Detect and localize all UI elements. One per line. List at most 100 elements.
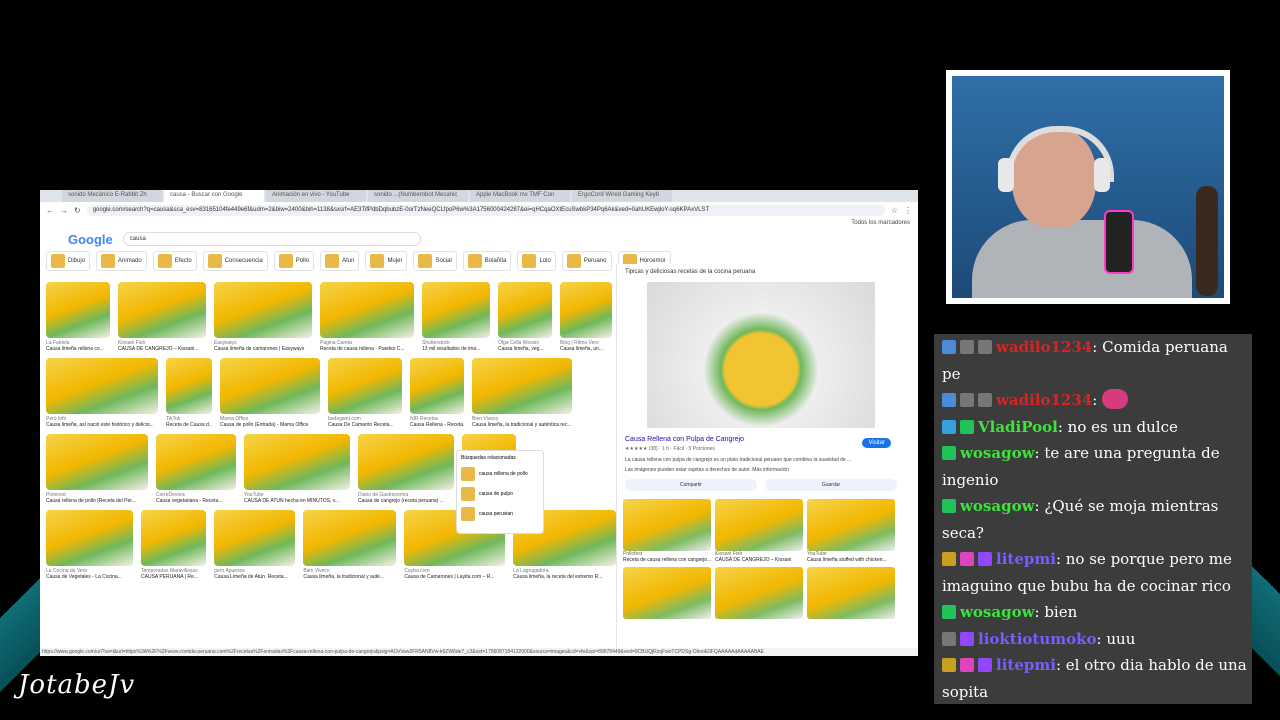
result-thumbnail[interactable]: [320, 282, 414, 338]
menu-icon[interactable]: ⋮: [904, 206, 912, 215]
filter-chip[interactable]: Lolo: [517, 251, 556, 271]
result-caption[interactable]: Causa de Vegetales - La Cocina...: [46, 574, 133, 580]
image-result[interactable]: Temporadas Maravillosas CAUSA PERUANA | R…: [141, 510, 207, 580]
browser-tab[interactable]: causa - Buscar con Google: [164, 190, 264, 202]
filter-chip[interactable]: Bolañita: [462, 251, 512, 271]
image-result[interactable]: Olga Cella Wessio Causa limeña, veg...: [498, 282, 552, 352]
result-caption[interactable]: Causa vegetariana - Receta...: [156, 498, 236, 504]
image-result[interactable]: CorreDevora Causa vegetariana - Receta...: [156, 434, 236, 504]
result-caption[interactable]: Causa de Camarones | Layita.com – R...: [404, 574, 505, 580]
result-thumbnail[interactable]: [358, 434, 454, 490]
panel-related-item[interactable]: YouTube Causa limeña stuffed with chicken…: [807, 499, 895, 563]
image-result[interactable]: Easyways Causa limeña de camarones | Easy…: [214, 282, 312, 352]
filter-chip[interactable]: Efecto: [152, 251, 197, 271]
panel-related-item[interactable]: [623, 567, 711, 619]
panel-related-thumbnail[interactable]: [623, 567, 711, 619]
image-result[interactable]: Mama Office Causa de pollo (Entrada) - Ma…: [220, 358, 320, 428]
panel-related-thumbnail[interactable]: [715, 499, 803, 551]
image-result[interactable]: Shutterstock 13 mil resultados de imá...: [422, 282, 490, 352]
search-input[interactable]: causa: [122, 232, 421, 246]
browser-tab[interactable]: ErgoCord Wired Gaming Keyb: [572, 190, 672, 202]
visit-button[interactable]: Visitar: [862, 438, 891, 448]
result-caption[interactable]: Causa Limeña de Atún. Receta...: [214, 574, 295, 580]
result-caption[interactable]: Causa limeña, la tradicional y auténtica…: [472, 422, 572, 428]
image-result[interactable]: Perú Info Causa limeña, así nació este hi…: [46, 358, 158, 428]
result-caption[interactable]: Causa de pollo (Entrada) - Mama Office: [220, 422, 320, 428]
filter-chip[interactable]: Social: [413, 251, 457, 271]
image-result[interactable]: Pinterest Causa rellena de pollo (Receta …: [46, 434, 148, 504]
reload-icon[interactable]: ↻: [74, 206, 81, 215]
result-caption[interactable]: Causa limeña, la receta del extremo R...: [513, 574, 616, 580]
result-caption[interactable]: Receta de causa rellena - Puedes C...: [320, 346, 414, 352]
filter-chip[interactable]: Dibujo: [46, 251, 91, 271]
filter-chip[interactable]: Consecuencia: [202, 251, 268, 271]
bookmarks-bar[interactable]: Todos los marcadores: [40, 218, 918, 228]
related-search-item[interactable]: causa peruvian: [461, 507, 539, 521]
result-thumbnail[interactable]: [498, 282, 552, 338]
image-result[interactable]: Blog | Ritmo Vero Causa limeña, un...: [560, 282, 612, 352]
image-result[interactable]: La Fabiola Causa limeña rellena co...: [46, 282, 110, 352]
filter-chip[interactable]: Animado: [96, 251, 147, 271]
image-result[interactable]: Pagina Careta Receta de causa rellena - P…: [320, 282, 414, 352]
result-caption[interactable]: Causa limeña, veg...: [498, 346, 552, 352]
image-result[interactable]: Bien Viveco Causa limeña, la tradicional …: [472, 358, 572, 428]
result-caption[interactable]: Receta de Causa d...: [166, 422, 212, 428]
result-caption[interactable]: Causa de cangrejo (receta peruana) ...: [358, 498, 454, 504]
forward-icon[interactable]: →: [60, 206, 68, 215]
filter-chip[interactable]: Peruano: [561, 251, 612, 271]
google-logo[interactable]: Google: [68, 232, 113, 247]
result-thumbnail[interactable]: [472, 358, 572, 414]
result-thumbnail[interactable]: [560, 282, 612, 338]
panel-related-item[interactable]: [807, 567, 895, 619]
result-thumbnail[interactable]: [46, 358, 158, 414]
image-result[interactable]: YouTube CAUSA DE ATUN hecha en MINUTOS, v…: [244, 434, 350, 504]
image-result[interactable]: Diario de Gastronomía Causa de cangrejo (…: [358, 434, 454, 504]
result-thumbnail[interactable]: [46, 434, 148, 490]
result-caption[interactable]: CAUSA PERUANA | Re...: [141, 574, 206, 580]
result-thumbnail[interactable]: [118, 282, 206, 338]
star-icon[interactable]: ☆: [891, 206, 898, 215]
result-caption[interactable]: Causa limeña, un...: [560, 346, 612, 352]
result-thumbnail[interactable]: [220, 358, 320, 414]
filter-chip[interactable]: Mujer: [365, 251, 408, 271]
panel-related-thumbnail[interactable]: [807, 499, 895, 551]
panel-related-thumbnail[interactable]: [715, 567, 803, 619]
result-caption[interactable]: Causa limeña, la tradicional y auté...: [303, 574, 396, 580]
result-thumbnail[interactable]: [141, 510, 207, 566]
result-caption[interactable]: Causa rellena de pollo (Receta del Per..…: [46, 498, 148, 504]
result-thumbnail[interactable]: [156, 434, 236, 490]
result-caption[interactable]: CAUSA DE CANGREJO – Kiosani...: [118, 346, 206, 352]
filter-chip[interactable]: Pollo: [273, 251, 315, 271]
save-button[interactable]: Guardar: [765, 479, 897, 491]
address-bar[interactable]: google.com/search?q=causa&sca_esv=831651…: [86, 204, 885, 216]
image-result[interactable]: La Cocina de Vero Causa de Vegetales - La…: [46, 510, 134, 580]
result-caption[interactable]: 13 mil resultados de imá...: [422, 346, 490, 352]
back-icon[interactable]: ←: [46, 206, 54, 215]
related-search-item[interactable]: causa de pulpo: [461, 487, 539, 501]
result-caption[interactable]: Causa Rellena - Receta...: [410, 422, 464, 428]
result-thumbnail[interactable]: [410, 358, 464, 414]
image-result[interactable]: TikTok Receta de Causa d...: [166, 358, 212, 428]
result-caption[interactable]: Causa limeña rellena co...: [46, 346, 110, 352]
share-button[interactable]: Compartir: [625, 479, 757, 491]
preview-image[interactable]: [647, 282, 875, 428]
panel-related-item[interactable]: [715, 567, 803, 619]
panel-related-thumbnail[interactable]: [807, 567, 895, 619]
result-caption[interactable]: Causa limeña, así nació este histórico y…: [46, 422, 158, 428]
result-thumbnail[interactable]: [303, 510, 397, 566]
result-thumbnail[interactable]: [46, 510, 134, 566]
result-thumbnail[interactable]: [166, 358, 212, 414]
result-thumbnail[interactable]: [422, 282, 490, 338]
image-result[interactable]: pero Apuesos Causa Limeña de Atún. Receta…: [214, 510, 296, 580]
result-thumbnail[interactable]: [328, 358, 402, 414]
browser-tab[interactable]: Animación en vivo - YouTube: [266, 190, 366, 202]
panel-related-item[interactable]: Kiosani Fish CAUSA DE CANGREJO – Kiosani: [715, 499, 803, 563]
result-caption[interactable]: Causa limeña de camarones | Easyways: [214, 346, 312, 352]
panel-related-item[interactable]: Pollofest Receta de causa rellena con can…: [623, 499, 711, 563]
filter-chip[interactable]: Atun: [320, 251, 360, 271]
browser-tab[interactable]: sonido Mecánico E-Rabbit Zh: [62, 190, 162, 202]
panel-source-title[interactable]: Tipicas y deliciosas recetas de la cocin…: [617, 264, 905, 280]
result-thumbnail[interactable]: [46, 282, 110, 338]
result-caption[interactable]: CAUSA DE ATUN hecha en MINUTOS, v...: [244, 498, 350, 504]
result-thumbnail[interactable]: [214, 282, 312, 338]
